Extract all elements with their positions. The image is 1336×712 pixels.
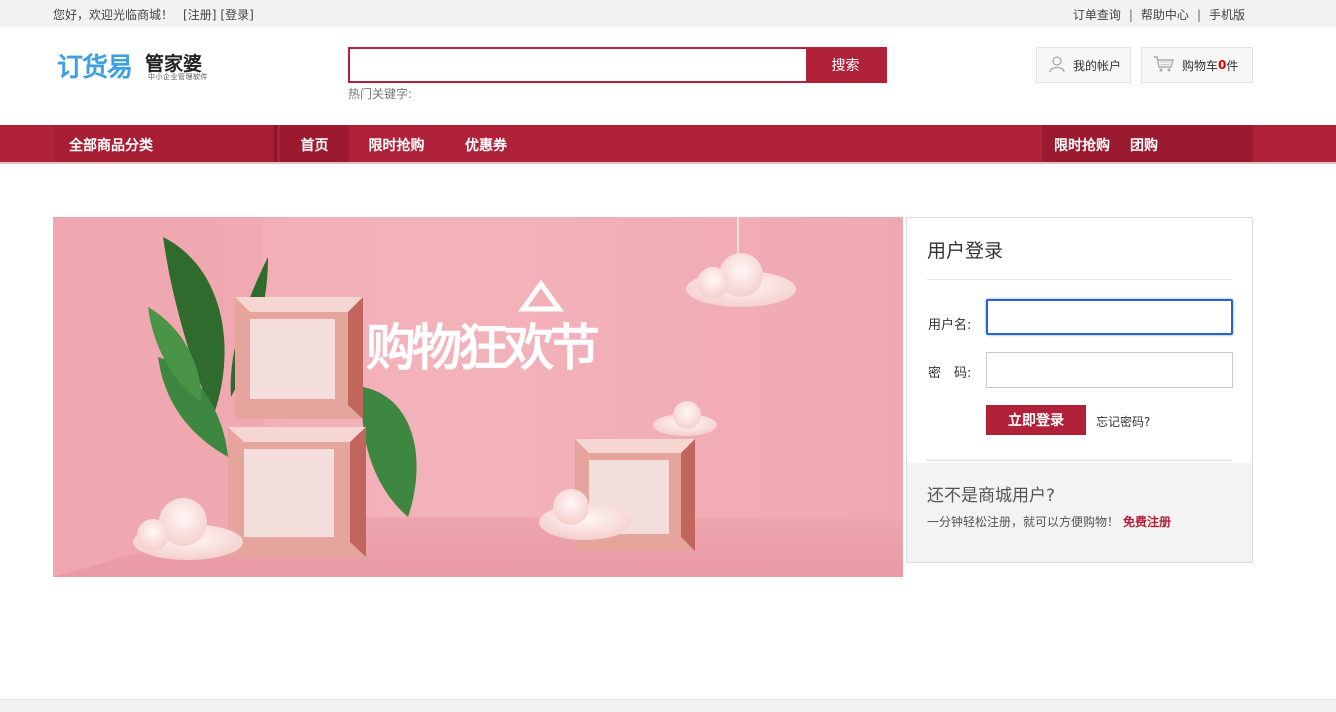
- password-input[interactable]: [986, 352, 1233, 388]
- search-button[interactable]: 搜索: [806, 49, 885, 81]
- my-account-label: 我的帐户: [1073, 58, 1122, 73]
- password-label: 密 码:: [928, 366, 972, 381]
- main-nav: 全部商品分类 首页 限时抢购 优惠券 限时抢购 团购: [0, 125, 1336, 164]
- all-categories-menu[interactable]: 全部商品分类: [53, 125, 277, 162]
- cart-unit: 件: [1226, 58, 1239, 73]
- login-title: 用户登录: [927, 240, 1004, 262]
- site-logo[interactable]: 订货易 管家婆 中小企业管理软件: [57, 45, 227, 85]
- cart-label: 购物车: [1182, 58, 1219, 73]
- help-center-link[interactable]: 帮助中心: [1141, 8, 1189, 22]
- login-submit-button[interactable]: 立即登录: [986, 405, 1086, 435]
- greeting-text: 您好，欢迎光临商城！: [53, 8, 174, 22]
- nav-coupons[interactable]: 优惠券: [452, 125, 520, 162]
- logo-tagline: 中小企业管理软件: [148, 73, 208, 81]
- username-label: 用户名:: [928, 318, 972, 333]
- mobile-version-link[interactable]: 手机版: [1209, 8, 1245, 22]
- cart-icon: [1153, 55, 1175, 76]
- user-icon: [1048, 55, 1066, 76]
- nav-home[interactable]: 首页: [280, 125, 349, 162]
- promo-banner[interactable]: 购物狂欢节: [53, 217, 903, 577]
- nav-right-group: 限时抢购 团购: [1042, 125, 1253, 162]
- my-account-button[interactable]: 我的帐户: [1036, 47, 1131, 83]
- register-text-row: 一分钟轻松注册，就可以方便购物！ 免费注册: [927, 513, 1171, 530]
- order-query-link[interactable]: 订单查询: [1073, 8, 1121, 22]
- free-register-link[interactable]: 免费注册: [1123, 515, 1171, 529]
- top-utility-bar: 您好，欢迎光临商城！ [注册] [登录] 订单查询 | 帮助中心 | 手机版: [0, 0, 1336, 27]
- logo-brand: 订货易: [57, 53, 133, 83]
- nav-right-flash-sale[interactable]: 限时抢购: [1054, 135, 1110, 155]
- login-panel: 用户登录 用户名: 密 码: 立即登录 忘记密码? 还不是商城用户? 一分钟轻松…: [906, 217, 1253, 563]
- cart-button[interactable]: 购物车 0 件: [1141, 47, 1253, 83]
- banner-headline: 购物狂欢节: [366, 319, 599, 377]
- separator: |: [1196, 8, 1201, 22]
- username-input[interactable]: [986, 299, 1233, 335]
- hot-keywords-label: 热门关键字:: [348, 87, 413, 101]
- register-prompt: 还不是商城用户? 一分钟轻松注册，就可以方便购物！ 免费注册: [907, 463, 1252, 562]
- utility-links: 订单查询 | 帮助中心 | 手机版: [1073, 6, 1245, 23]
- cart-count: 0: [1218, 58, 1227, 72]
- register-text: 一分钟轻松注册，就可以方便购物！: [927, 515, 1120, 529]
- banner-illustration: 购物狂欢节: [53, 217, 903, 577]
- divider: [927, 279, 1232, 280]
- welcome-area: 您好，欢迎光临商城！ [注册] [登录]: [53, 6, 254, 23]
- nav-flash-sale[interactable]: 限时抢购: [355, 125, 438, 162]
- forgot-password-link[interactable]: 忘记密码?: [1096, 413, 1150, 430]
- footer-bar: [0, 699, 1336, 712]
- separator: |: [1128, 8, 1133, 22]
- register-link[interactable]: [注册]: [183, 8, 216, 22]
- nav-group-buy[interactable]: 团购: [1130, 135, 1158, 155]
- search-box: 搜索: [348, 47, 887, 83]
- divider: [927, 460, 1232, 461]
- login-link[interactable]: [登录]: [220, 8, 253, 22]
- search-input[interactable]: [350, 49, 808, 81]
- register-title: 还不是商城用户?: [927, 486, 1056, 506]
